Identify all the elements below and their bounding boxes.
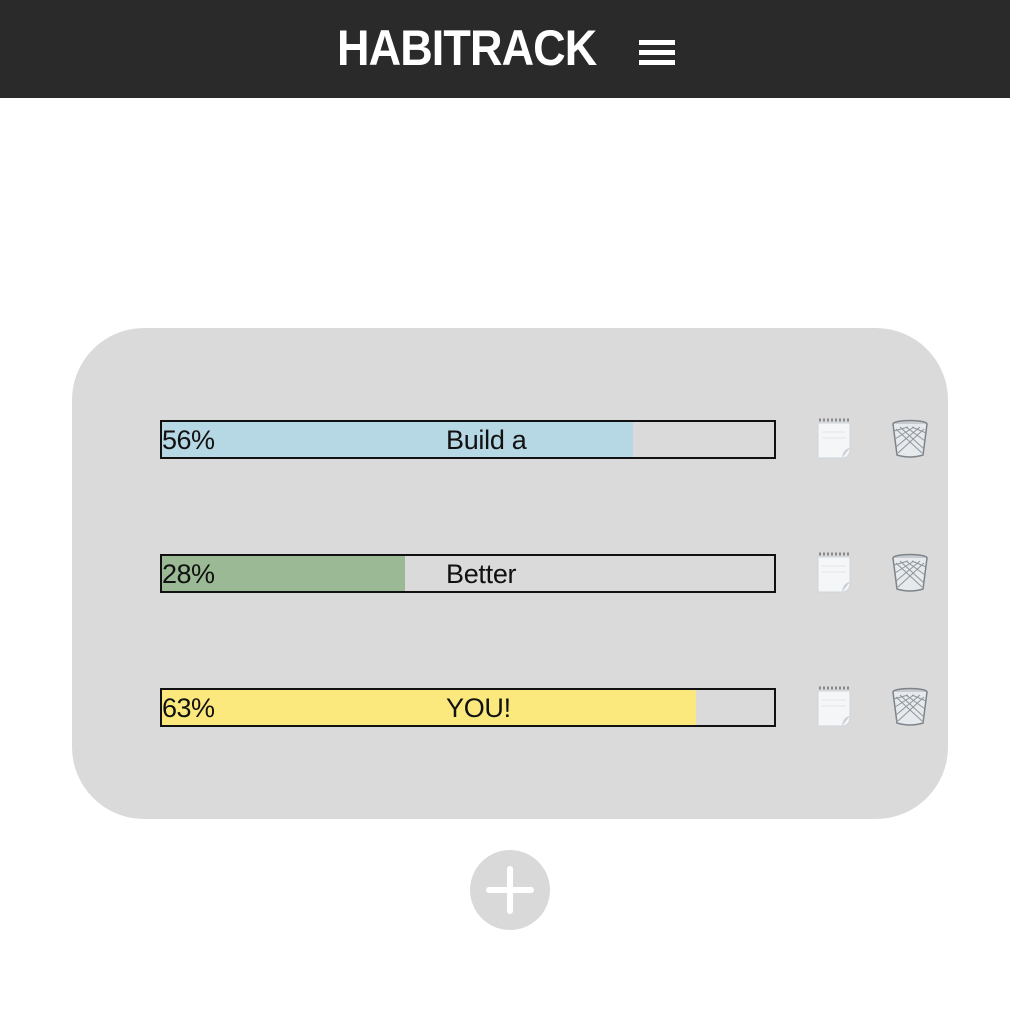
habit-percent: 28%	[162, 559, 215, 589]
habits-card: 56% Build a 28% Better 63% YOU!	[72, 328, 948, 819]
trash-icon[interactable]	[890, 553, 930, 593]
notepad-icon[interactable]	[816, 552, 854, 594]
hamburger-menu-icon[interactable]	[636, 34, 678, 72]
habit-row: 28% Better	[72, 552, 948, 594]
add-habit-button[interactable]	[470, 850, 550, 930]
notepad-icon[interactable]	[816, 418, 854, 460]
habit-progress-fill	[162, 690, 696, 725]
habit-row: 56% Build a	[72, 418, 948, 460]
habit-progress-bar[interactable]: 28% Better	[160, 554, 776, 593]
notepad-icon[interactable]	[816, 686, 854, 728]
habit-percent: 63%	[162, 693, 215, 723]
habit-name: Build a	[446, 425, 527, 455]
habit-name: Better	[446, 559, 517, 589]
app-title: HABITRACK	[337, 20, 597, 76]
app-header: HABITRACK	[0, 0, 1010, 98]
habit-name: YOU!	[446, 693, 511, 723]
habit-row: 63% YOU!	[72, 686, 948, 728]
habit-progress-fill	[162, 422, 634, 457]
habit-progress-bar[interactable]: 63% YOU!	[160, 688, 776, 727]
trash-icon[interactable]	[890, 419, 930, 459]
habit-progress-bar[interactable]: 56% Build a	[160, 420, 776, 459]
trash-icon[interactable]	[890, 687, 930, 727]
habit-percent: 56%	[162, 425, 215, 455]
